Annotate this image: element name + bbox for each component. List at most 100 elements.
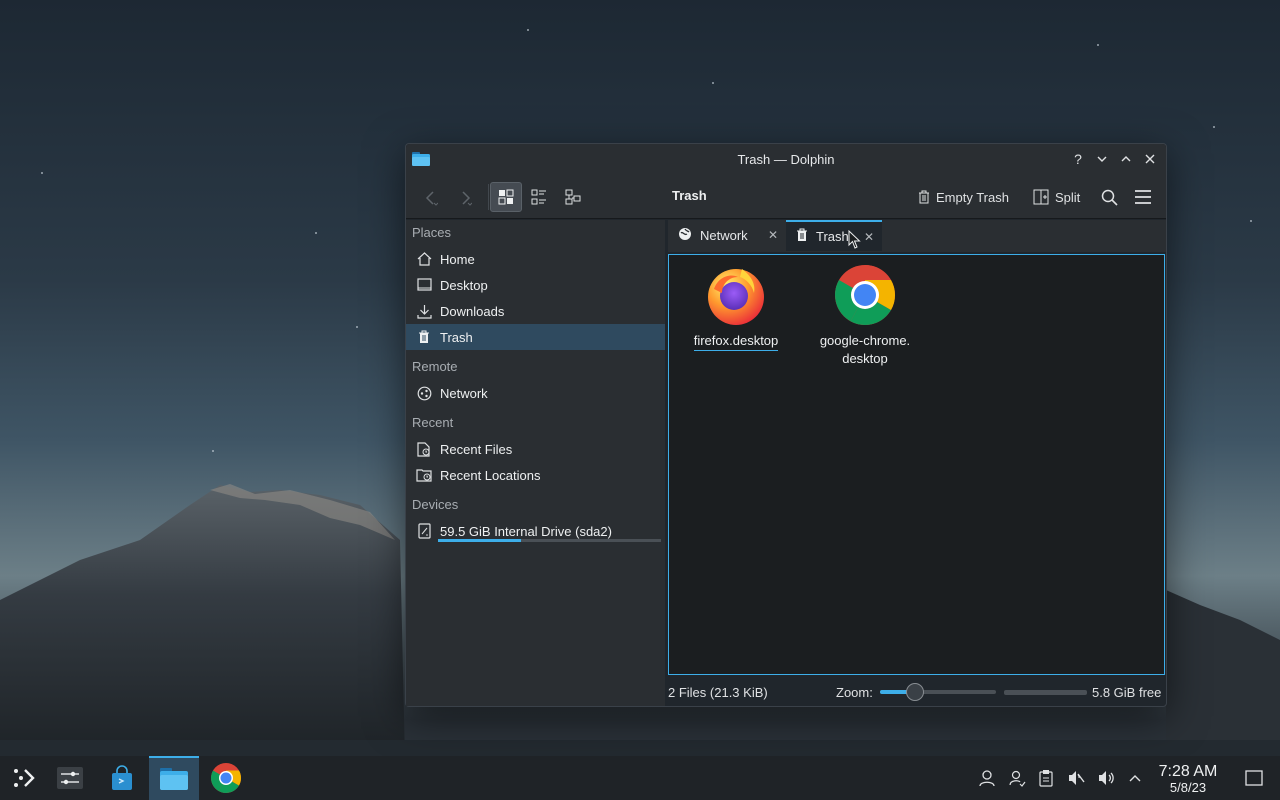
file-item-firefox[interactable]: firefox.desktop bbox=[681, 263, 791, 351]
tray-mute-icon[interactable] bbox=[1066, 768, 1086, 788]
tab-network[interactable]: Network ✕ bbox=[668, 220, 786, 251]
tray-user-icon[interactable] bbox=[977, 768, 997, 788]
sidebar-item-label: Home bbox=[440, 251, 475, 267]
network-icon bbox=[678, 227, 692, 244]
sidebar-item-label: Recent Locations bbox=[440, 467, 541, 483]
task-google-chrome[interactable] bbox=[202, 756, 250, 800]
minimize-button[interactable] bbox=[1092, 149, 1112, 169]
sidebar-item-home[interactable]: Home bbox=[406, 246, 665, 272]
shopping-bag-icon bbox=[112, 765, 132, 790]
search-button[interactable] bbox=[1098, 186, 1120, 208]
empty-trash-label: Empty Trash bbox=[936, 189, 1009, 205]
application-launcher-button[interactable] bbox=[0, 756, 48, 800]
show-desktop-button[interactable] bbox=[1244, 768, 1264, 788]
chevron-up-icon bbox=[1121, 156, 1131, 162]
section-heading-places: Places bbox=[412, 225, 452, 240]
clock-time: 7:28 AM bbox=[1158, 763, 1218, 780]
launcher-icon bbox=[14, 769, 35, 787]
menu-button[interactable] bbox=[1132, 186, 1154, 208]
close-icon bbox=[1145, 154, 1155, 164]
close-button[interactable] bbox=[1140, 149, 1160, 169]
split-label: Split bbox=[1055, 189, 1081, 205]
firefox-icon bbox=[708, 269, 764, 325]
tray-kde-connect-icon[interactable] bbox=[1007, 768, 1027, 788]
file-item-google-chrome[interactable]: google-chrome. desktop bbox=[810, 263, 920, 368]
zoom-label: Zoom: bbox=[836, 685, 873, 700]
grid-view-icon bbox=[498, 189, 514, 205]
drive-usage-bar bbox=[438, 539, 661, 542]
mouse-cursor-icon bbox=[848, 230, 861, 249]
tray-clipboard-icon[interactable] bbox=[1036, 768, 1056, 788]
location-title: Trash bbox=[672, 188, 707, 203]
back-button[interactable] bbox=[418, 185, 444, 211]
clipboard-icon bbox=[1039, 770, 1053, 787]
arrow-left-icon bbox=[425, 191, 438, 206]
zoom-slider-handle[interactable] bbox=[905, 683, 924, 701]
folder-icon bbox=[160, 768, 188, 790]
file-name-line1: google-chrome. bbox=[819, 333, 911, 348]
toolbar-separator bbox=[488, 184, 489, 210]
empty-trash-button[interactable]: Empty Trash bbox=[918, 183, 1009, 211]
tray-expand-button[interactable] bbox=[1125, 768, 1145, 788]
section-heading-devices: Devices bbox=[412, 497, 459, 512]
sidebar-item-trash[interactable]: Trash bbox=[406, 324, 665, 350]
tray-volume-icon[interactable] bbox=[1096, 768, 1116, 788]
file-view[interactable]: firefox.desktop google-chrome. desktop bbox=[668, 254, 1165, 675]
chrome-icon bbox=[835, 265, 896, 325]
folder-app-icon bbox=[412, 152, 430, 166]
split-view-icon bbox=[1033, 189, 1049, 205]
speaker-icon bbox=[1099, 771, 1114, 785]
sidebar-item-label: 59.5 GiB Internal Drive (sda2) bbox=[440, 523, 612, 539]
sidebar-item-recent-files[interactable]: Recent Files bbox=[406, 436, 665, 462]
task-dolphin[interactable] bbox=[149, 756, 199, 800]
recent-locations-icon bbox=[416, 467, 432, 483]
sidebar-item-downloads[interactable]: Downloads bbox=[406, 298, 665, 324]
tab-close-trash[interactable]: ✕ bbox=[864, 230, 874, 244]
sidebar-item-recent-locations[interactable]: Recent Locations bbox=[406, 462, 665, 488]
sidebar-item-label: Recent Files bbox=[440, 441, 513, 457]
user-switch-icon bbox=[1009, 770, 1026, 787]
forward-button[interactable] bbox=[452, 185, 478, 211]
sidebar-item-label: Network bbox=[440, 385, 488, 401]
status-bar: 2 Files (21.3 KiB) Zoom: 5.8 GiB free bbox=[668, 679, 1166, 705]
section-heading-remote: Remote bbox=[412, 359, 458, 374]
chevron-down-icon bbox=[1097, 156, 1107, 162]
details-view-button[interactable] bbox=[557, 182, 589, 212]
trash-icon bbox=[919, 190, 929, 204]
drive-usage-fill bbox=[438, 539, 521, 542]
show-desktop-icon bbox=[1245, 770, 1263, 786]
compact-view-button[interactable] bbox=[523, 182, 555, 212]
sidebar-item-desktop[interactable]: Desktop bbox=[406, 272, 665, 298]
speaker-muted-icon bbox=[1069, 771, 1085, 785]
maximize-button[interactable] bbox=[1116, 149, 1136, 169]
trash-icon bbox=[796, 228, 808, 245]
task-discover[interactable] bbox=[98, 756, 146, 800]
file-name: google-chrome. desktop bbox=[810, 332, 920, 368]
split-button[interactable]: Split bbox=[1033, 183, 1080, 211]
tree-view-icon bbox=[565, 189, 581, 205]
free-space-label: 5.8 GiB free bbox=[1092, 685, 1162, 700]
sidebar-item-network[interactable]: Network bbox=[406, 380, 665, 406]
zoom-slider[interactable] bbox=[880, 683, 996, 701]
section-heading-recent: Recent bbox=[412, 415, 454, 430]
help-button[interactable]: ? bbox=[1068, 149, 1088, 169]
user-icon bbox=[979, 770, 995, 787]
taskbar: 7:28 AM 5/8/23 bbox=[0, 756, 1280, 800]
window-title: Trash — Dolphin bbox=[737, 151, 835, 167]
free-space-bar bbox=[1004, 690, 1087, 695]
tab-trash[interactable]: Trash ✕ bbox=[786, 220, 882, 251]
downloads-icon bbox=[416, 303, 432, 319]
places-panel: Places Home Desktop Downloads Trash Remo… bbox=[406, 220, 665, 706]
home-icon bbox=[416, 251, 432, 267]
arrow-right-icon bbox=[462, 191, 472, 206]
search-icon bbox=[1101, 189, 1118, 206]
icons-view-button[interactable] bbox=[490, 182, 522, 212]
tab-close-network[interactable]: ✕ bbox=[768, 228, 778, 242]
dolphin-window: Trash — Dolphin ? Trash Empty Trash Spli… bbox=[405, 143, 1167, 707]
toolbar: Trash Empty Trash Split bbox=[406, 174, 1166, 219]
digital-clock[interactable]: 7:28 AM 5/8/23 bbox=[1152, 763, 1224, 795]
titlebar[interactable]: Trash — Dolphin ? bbox=[406, 144, 1166, 174]
task-system-settings[interactable] bbox=[46, 756, 94, 800]
hamburger-menu-icon bbox=[1135, 190, 1151, 204]
list-view-icon bbox=[531, 189, 546, 205]
